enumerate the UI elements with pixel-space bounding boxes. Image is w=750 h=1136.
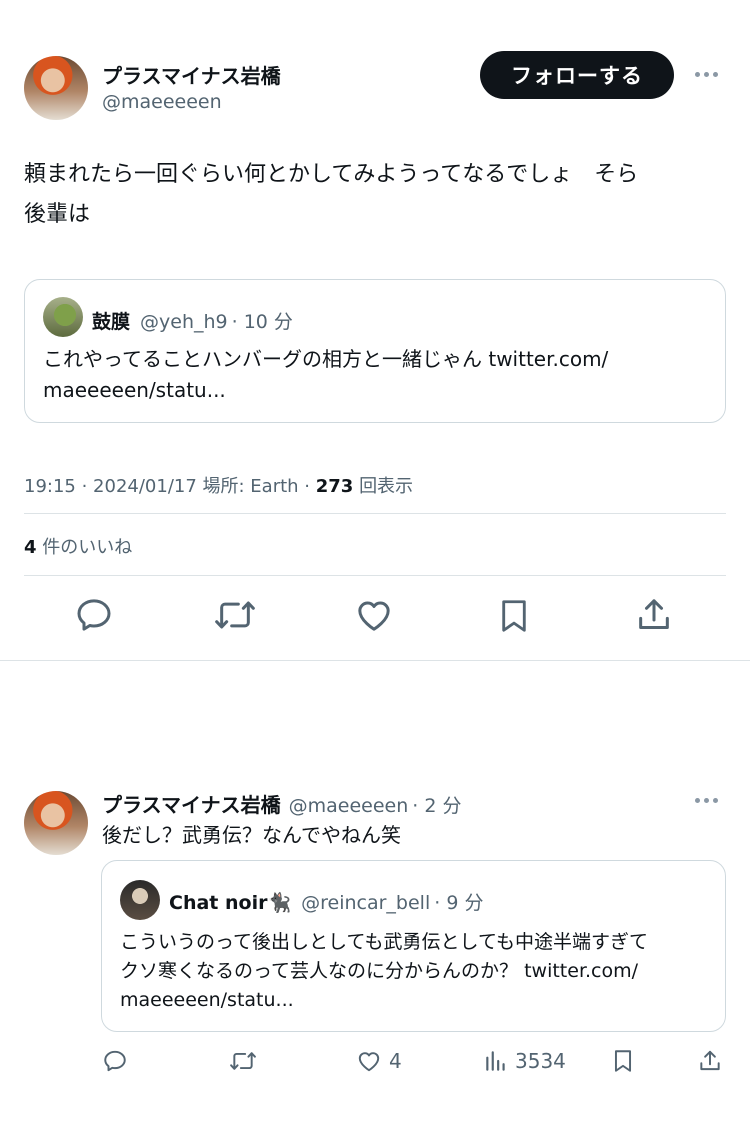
quoted-text-line: maeeeeen/statu... — [43, 378, 226, 402]
quoted-time: · 10 分 — [231, 311, 293, 333]
views-count: 273 — [315, 476, 354, 497]
more-icon[interactable] — [695, 72, 718, 77]
reply-author-handle[interactable]: @maeeeeen — [289, 795, 409, 817]
reply-icon[interactable] — [102, 1048, 128, 1074]
tweet-text-line: 頼まれたら一回ぐらい何とかしてみようってなるでしょ そら — [24, 162, 639, 187]
tweet-text-line: 後輩は — [24, 202, 91, 227]
views-count: 3534 — [515, 1049, 566, 1073]
views-icon — [486, 1051, 505, 1071]
bookmark-icon[interactable] — [610, 1047, 636, 1075]
tweet-text: 頼まれたら一回ぐらい何とかしてみようってなるでしょ そら 後輩は — [24, 155, 724, 235]
views-label: 回表示 — [359, 476, 414, 497]
share-icon[interactable] — [634, 595, 674, 635]
like-count: 4 — [389, 1049, 402, 1073]
reply-time[interactable]: · 2 分 — [412, 791, 461, 818]
section-divider — [0, 660, 750, 661]
reply-quoted-author-avatar — [120, 880, 160, 920]
divider — [24, 575, 726, 576]
like-button[interactable]: 4 — [355, 1048, 402, 1074]
retweet-icon[interactable] — [213, 595, 257, 635]
heart-icon — [358, 1052, 380, 1072]
author-handle[interactable]: @maeeeeen — [102, 91, 222, 113]
quoted-author-avatar — [43, 297, 83, 337]
reply-author-avatar[interactable] — [24, 791, 88, 855]
likes-summary[interactable]: 4 件のいいね — [24, 533, 132, 559]
author-avatar[interactable] — [24, 56, 88, 120]
retweet-icon[interactable] — [228, 1048, 258, 1074]
quoted-tweet-card[interactable]: 鼓膜 @yeh_h9 · 10 分 これやってることハンバーグの相方と一緒じゃん… — [24, 279, 726, 423]
reply-quoted-tweet-card[interactable]: Chat noir🐈‍⬛ @reincar_bell · 9 分 こういうのって… — [101, 860, 726, 1032]
reply-quoted-author-name: Chat noir🐈‍⬛ — [169, 892, 292, 914]
quoted-author-name: 鼓膜 — [92, 311, 131, 333]
quoted-text-line: これやってることハンバーグの相方と一緒じゃん twitter.com/ — [43, 347, 609, 371]
more-icon[interactable] — [695, 798, 718, 803]
reply-quoted-text-line: こういうのって後出しとしても武勇伝としても中途半端すぎて — [120, 931, 649, 953]
tweet-timestamp[interactable]: 19:15 · 2024/01/17 場所: Earth · — [24, 476, 310, 497]
tweet-meta: 19:15 · 2024/01/17 場所: Earth · 273 回表示 — [24, 472, 413, 498]
likes-count: 4 — [24, 537, 37, 558]
divider — [24, 513, 726, 514]
reply-icon[interactable] — [74, 595, 114, 635]
bookmark-icon[interactable] — [495, 595, 533, 637]
reply-quoted-time: · 9 分 — [434, 892, 484, 914]
author-name[interactable]: プラスマイナス岩橋 — [102, 60, 281, 89]
views-button[interactable]: 3534 — [483, 1048, 566, 1074]
follow-button[interactable]: フォローする — [480, 51, 674, 99]
reply-author-name[interactable]: プラスマイナス岩橋 — [102, 789, 281, 818]
quoted-author-handle: @yeh_h9 — [140, 311, 228, 333]
likes-label: 件のいいね — [42, 537, 133, 558]
share-icon[interactable] — [697, 1048, 723, 1074]
reply-quoted-text-line: クソ寒くなるのって芸人なのに分からんのか？ twitter.com/ — [120, 960, 639, 982]
reply-quoted-author-handle: @reincar_bell — [301, 892, 431, 914]
heart-icon[interactable] — [353, 595, 395, 635]
reply-text: 後だし？武勇伝？なんでやねん笑 — [102, 823, 401, 847]
reply-quoted-text-line: maeeeeen/statu... — [120, 989, 294, 1011]
